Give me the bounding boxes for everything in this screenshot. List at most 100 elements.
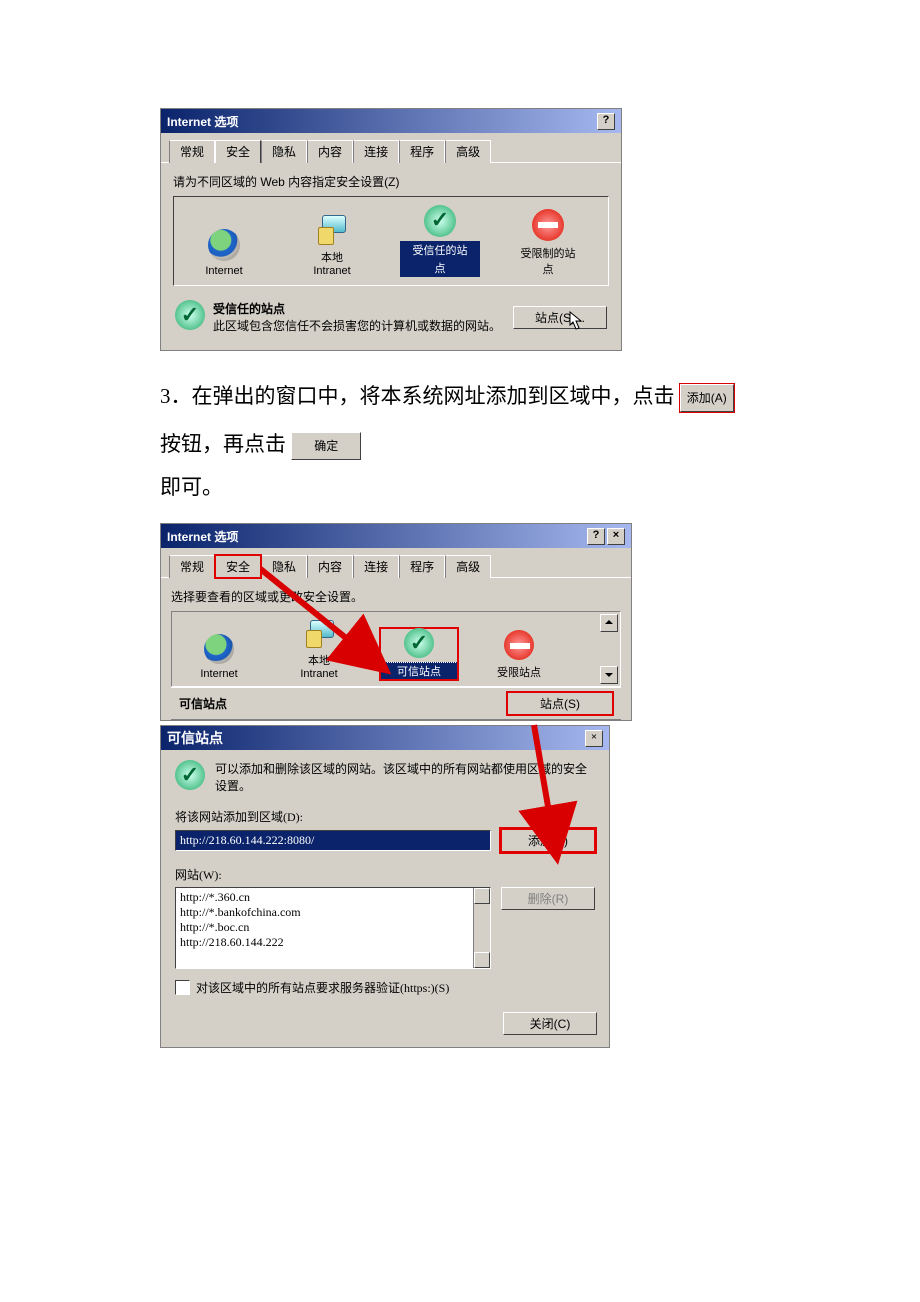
zone-trusted[interactable]: 可信站点 — [380, 628, 458, 680]
remove-button[interactable]: 删除(R) — [501, 887, 595, 910]
security-row-label: 可信站点 — [179, 695, 227, 712]
trusted-sites-desc-text: 可以添加和删除该区域的网站。该区域中的所有网站都使用区域的安全设置。 — [215, 760, 595, 794]
zone-label: 受信任的站 — [400, 241, 480, 259]
zone-trusted[interactable]: 受信任的站 点 — [400, 205, 480, 277]
inline-add-button: 添加(A) — [680, 384, 734, 412]
zone-label: 受限站点 — [480, 664, 558, 680]
close-button[interactable]: × — [607, 528, 625, 545]
tab-privacy[interactable]: 隐私 — [261, 140, 307, 163]
check-icon — [175, 760, 205, 790]
zone-label: 可信站点 — [380, 662, 458, 680]
security-row: 可信站点 站点(S) — [171, 687, 621, 720]
sites-button[interactable]: 站点(S)... — [513, 306, 607, 329]
zone-label: 本地 — [280, 652, 358, 668]
tab-strip-2: 常规 安全 隐私 内容 连接 程序 高级 — [161, 548, 631, 577]
tab-connections[interactable]: 连接 — [353, 555, 399, 578]
zone-restricted[interactable]: 受限站点 — [480, 630, 558, 680]
cursor-icon — [569, 311, 585, 331]
stop-icon — [504, 630, 534, 660]
scroll-down[interactable] — [474, 952, 490, 968]
title-bar-2: Internet 选项 ? × — [161, 524, 631, 548]
listbox-scrollbar[interactable] — [473, 888, 490, 968]
dialog-internet-options-2: Internet 选项 ? × 常规 安全 隐私 内容 连接 程序 高级 选择要… — [160, 523, 632, 721]
zone-label: 点 — [508, 261, 588, 277]
list-item[interactable]: http://218.60.144.222 — [180, 935, 472, 950]
scroll-down[interactable] — [600, 666, 618, 684]
intranet-icon — [304, 618, 334, 648]
https-checkbox-label: 对该区域中的所有站点要求服务器验证(https:)(S) — [196, 979, 449, 996]
list-item[interactable]: http://*.boc.cn — [180, 920, 472, 935]
close-button[interactable]: × — [585, 730, 603, 747]
dialog-title: Internet 选项 — [167, 113, 238, 130]
https-checkbox-row: 对该区域中的所有站点要求服务器验证(https:)(S) — [175, 979, 595, 996]
list-item[interactable]: http://*.bankofchina.com — [180, 905, 472, 920]
tab-content[interactable]: 内容 — [307, 140, 353, 163]
scroll-up[interactable] — [600, 614, 618, 632]
inline-ok-button: 确定 — [291, 432, 361, 460]
zone-internet[interactable]: Internet — [180, 634, 258, 680]
intranet-icon — [316, 213, 348, 245]
tab-connections[interactable]: 连接 — [353, 140, 399, 163]
check-icon — [424, 205, 456, 237]
zone-restricted[interactable]: 受限制的站 点 — [508, 209, 588, 277]
zone-intranet[interactable]: 本地 Intranet — [280, 618, 358, 680]
add-website-input[interactable]: http://218.60.144.222:8080/ — [175, 830, 491, 851]
zone-desc-body: 此区域包含您信任不会损害您的计算机或数据的网站。 — [213, 319, 501, 333]
dialog-title: 可信站点 — [167, 728, 223, 748]
tab-content[interactable]: 内容 — [307, 555, 353, 578]
zone-label: 本地 — [292, 249, 372, 265]
instruction-text: 按钮，再点击 — [160, 432, 286, 456]
zone-description: 受信任的站点 此区域包含您信任不会损害您的计算机或数据的网站。 站点(S)... — [173, 296, 609, 338]
trusted-sites-desc: 可以添加和删除该区域的网站。该区域中的所有网站都使用区域的安全设置。 — [175, 760, 595, 794]
instruction-line3: 即可。 — [160, 471, 770, 501]
zone-label: 点 — [400, 259, 480, 277]
tab-advanced[interactable]: 高级 — [445, 140, 491, 163]
tab-programs[interactable]: 程序 — [399, 140, 445, 163]
tab-security[interactable]: 安全 — [215, 555, 261, 578]
instruction-line2: 按钮，再点击 确定 — [160, 423, 770, 465]
https-checkbox[interactable] — [175, 980, 190, 995]
zone-label: Internet — [184, 265, 264, 277]
tab-security[interactable]: 安全 — [215, 140, 261, 163]
add-website-label: 将该网站添加到区域(D): — [175, 808, 595, 825]
trusted-sites-body: 可以添加和删除该区域的网站。该区域中的所有网站都使用区域的安全设置。 将该网站添… — [161, 750, 609, 1006]
sites-button[interactable]: 站点(S) — [507, 692, 613, 715]
zone-description-text: 受信任的站点 此区域包含您信任不会损害您的计算机或数据的网站。 — [213, 300, 505, 334]
tab-body-2: 选择要查看的区域或更改安全设置。 Internet 本地 Intranet 可信… — [161, 577, 631, 720]
zone-label: Intranet — [292, 265, 372, 277]
zone-label: Internet — [180, 668, 258, 680]
tab-general[interactable]: 常规 — [169, 140, 215, 163]
dialog-internet-options-1: Internet 选项 ? 常规 安全 隐私 内容 连接 程序 高级 请为不同区… — [160, 108, 622, 351]
zone-internet[interactable]: Internet — [184, 229, 264, 277]
websites-label: 网站(W): — [175, 866, 595, 883]
zone-instruction: 选择要查看的区域或更改安全设置。 — [171, 588, 621, 605]
websites-listbox[interactable]: http://*.360.cn http://*.bankofchina.com… — [175, 887, 491, 969]
globe-icon — [204, 634, 234, 664]
tab-privacy[interactable]: 隐私 — [261, 555, 307, 578]
scroll-up[interactable] — [474, 888, 490, 904]
instruction-text: 3．在弹出的窗口中，将本系统网址添加到区域中，点击 — [160, 384, 675, 408]
zone-list: Internet 本地 Intranet 受信任的站 点 受限制的站 点 — [173, 196, 609, 286]
tab-general[interactable]: 常规 — [169, 555, 215, 578]
add-website-row: http://218.60.144.222:8080/ 添加(A) — [175, 829, 595, 852]
title-bar-1: Internet 选项 ? — [161, 109, 621, 133]
globe-icon — [208, 229, 240, 261]
zone-desc-title: 受信任的站点 — [213, 300, 505, 317]
tab-body-1: 请为不同区域的 Web 内容指定安全设置(Z) Internet 本地 Intr… — [161, 162, 621, 350]
stop-icon — [532, 209, 564, 241]
tab-advanced[interactable]: 高级 — [445, 555, 491, 578]
zone-list-2: Internet 本地 Intranet 可信站点 受限站点 — [171, 611, 621, 687]
check-icon — [404, 628, 434, 658]
close-dialog-button[interactable]: 关闭(C) — [503, 1012, 597, 1035]
instruction-step-3: 3．在弹出的窗口中，将本系统网址添加到区域中，点击 添加(A) — [160, 375, 770, 417]
zone-intranet[interactable]: 本地 Intranet — [292, 213, 372, 277]
add-button[interactable]: 添加(A) — [501, 829, 595, 852]
dialog-trusted-sites: 可信站点 × 可以添加和删除该区域的网站。该区域中的所有网站都使用区域的安全设置… — [160, 725, 610, 1048]
tab-programs[interactable]: 程序 — [399, 555, 445, 578]
zone-instruction: 请为不同区域的 Web 内容指定安全设置(Z) — [173, 173, 609, 190]
list-item[interactable]: http://*.360.cn — [180, 890, 472, 905]
help-button[interactable]: ? — [597, 113, 615, 130]
tab-strip-1: 常规 安全 隐私 内容 连接 程序 高级 — [161, 133, 621, 162]
title-bar-3: 可信站点 × — [161, 726, 609, 750]
help-button[interactable]: ? — [587, 528, 605, 545]
